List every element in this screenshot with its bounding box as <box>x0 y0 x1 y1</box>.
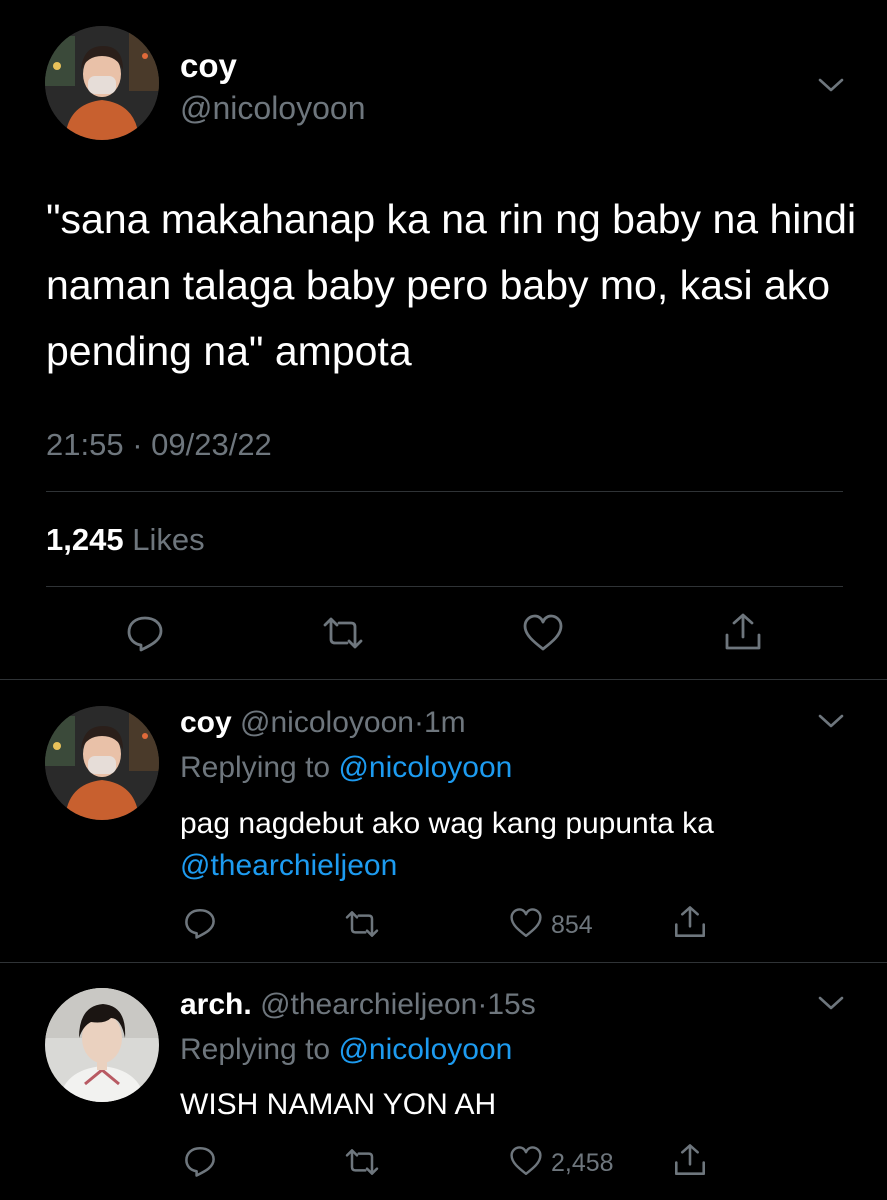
reply-text: pag nagdebut ako wag kang pupunta ka <box>180 807 714 840</box>
divider <box>46 491 843 492</box>
replying-to-mention[interactable]: @nicoloyoon <box>338 1033 512 1066</box>
like-icon[interactable] <box>522 613 564 653</box>
reply-time[interactable]: 15s <box>487 988 535 1021</box>
main-tweet-timestamp[interactable]: 21:55 · 09/23/22 <box>46 425 272 465</box>
retweet-icon[interactable] <box>321 615 365 651</box>
reply-handle[interactable]: @thearchieljeon <box>260 988 477 1021</box>
replying-to-label: Replying to <box>180 1033 331 1066</box>
replying-to: Replying to @nicoloyoon <box>180 1030 512 1070</box>
reply-icon[interactable] <box>183 906 217 940</box>
divider <box>0 962 887 963</box>
reply-header: arch. @thearchieljeon·15s <box>180 985 536 1025</box>
like-icon[interactable] <box>509 1145 543 1177</box>
reply-header: coy @nicoloyoon·1m <box>180 703 466 743</box>
divider <box>46 586 843 587</box>
reply-text: WISH NAMAN YON AH <box>180 1088 497 1121</box>
reply-mention[interactable]: @thearchieljeon <box>180 846 397 886</box>
chevron-down-icon[interactable] <box>818 994 844 1012</box>
like-icon[interactable] <box>509 907 543 939</box>
retweet-icon[interactable] <box>343 909 381 939</box>
share-icon[interactable] <box>672 1142 708 1178</box>
like-count: 2,458 <box>551 1149 614 1177</box>
divider <box>0 679 887 680</box>
avatar-photo-coy <box>45 706 159 820</box>
chevron-down-icon[interactable] <box>818 712 844 730</box>
avatar-photo-coy <box>45 26 159 140</box>
reply-icon[interactable] <box>183 1144 217 1178</box>
replying-to-label: Replying to <box>180 751 331 784</box>
share-icon[interactable] <box>722 611 764 653</box>
reply-icon[interactable] <box>125 613 165 653</box>
like-count: 854 <box>551 911 593 939</box>
replying-to-mention[interactable]: @nicoloyoon <box>338 751 512 784</box>
share-icon[interactable] <box>672 904 708 940</box>
likes-count: 1,245 <box>46 522 124 557</box>
separator-dot: · <box>477 988 488 1021</box>
reply-display-name[interactable]: arch. <box>180 988 252 1021</box>
reply-handle[interactable]: @nicoloyoon <box>240 706 414 739</box>
reply-time[interactable]: 1m <box>424 706 466 739</box>
replying-to: Replying to @nicoloyoon <box>180 748 512 788</box>
main-tweet-avatar[interactable] <box>45 26 159 140</box>
likes-label: Likes <box>132 522 205 557</box>
main-tweet-text: "sana makahanap ka na rin ng baby na hin… <box>46 196 857 374</box>
reply-avatar[interactable] <box>45 706 159 820</box>
avatar-photo-arch <box>45 988 159 1102</box>
separator-dot: · <box>413 706 424 739</box>
retweet-icon[interactable] <box>343 1147 381 1177</box>
main-tweet-display-name[interactable]: coy <box>180 46 237 86</box>
reply-display-name[interactable]: coy <box>180 706 232 739</box>
likes-stat[interactable]: 1,245 Likes <box>46 520 205 560</box>
reply-avatar[interactable] <box>45 988 159 1102</box>
main-tweet-handle[interactable]: @nicoloyoon <box>180 88 365 128</box>
chevron-down-icon[interactable] <box>818 76 844 94</box>
